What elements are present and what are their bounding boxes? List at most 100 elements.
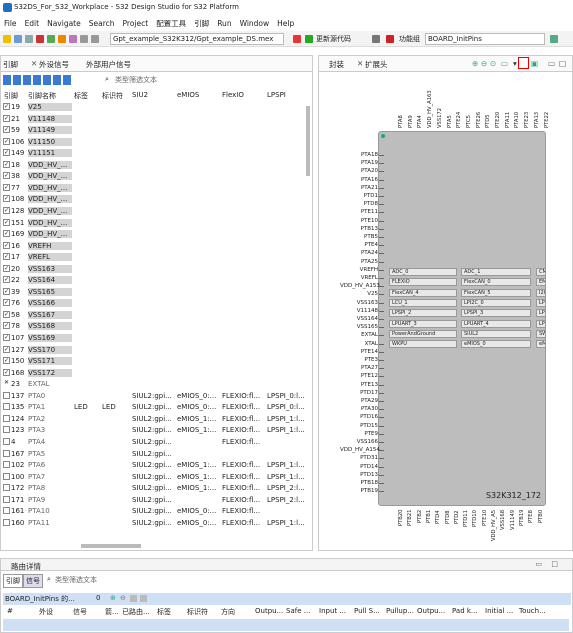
table-row[interactable]: ✓ 107 VSS169 [1, 333, 312, 345]
pin-checkbox[interactable]: ✓ [3, 345, 10, 353]
filter-icons[interactable] [3, 75, 73, 85]
pin-label[interactable]: PTE4 [340, 242, 384, 248]
menu-window[interactable]: Window [236, 16, 274, 31]
pin-checkbox[interactable]: ✓ [3, 230, 10, 238]
pin-label[interactable]: PTE9 [340, 431, 384, 437]
routing-col-header[interactable]: Outpu... [417, 607, 445, 615]
pin-checkbox[interactable]: ✓ [3, 206, 10, 214]
pin-checkbox[interactable] [3, 472, 10, 480]
pin-label[interactable]: PTA18 [340, 152, 384, 158]
zoom-in-icon[interactable]: ⊕ [472, 59, 478, 68]
pin-label[interactable]: PTB5 [340, 234, 384, 240]
routing-filter-input[interactable]: 类型筛选文本 [55, 575, 97, 585]
debug-icon[interactable] [36, 35, 44, 43]
peripheral-block[interactable]: ADC_1 [461, 268, 531, 276]
pin-label[interactable]: PTE26 [476, 80, 483, 128]
pin-label[interactable]: PTD15 [340, 423, 384, 429]
pin-checkbox[interactable]: ✓ [3, 287, 10, 295]
col-emios[interactable]: eMIOS [177, 91, 199, 99]
table-row[interactable]: 137 PTA0 SIUL2:gpi... eMIOS_0:... FLEXIO:fl.… [1, 391, 312, 403]
table-row[interactable]: ✓ 19 V25 [1, 102, 312, 114]
pin-checkbox[interactable]: ✓ [3, 195, 10, 203]
col-siul2[interactable]: SIU2 [132, 91, 148, 99]
horizontal-scrollbar[interactable] [81, 544, 141, 548]
routing-col-header[interactable]: Initial ... [485, 607, 513, 615]
table-row[interactable]: ✓ 20 VSS163 [1, 264, 312, 276]
col-flexio[interactable]: FlexIO [222, 91, 244, 99]
peripheral-block[interactable]: LPUART_4 [461, 319, 531, 328]
pin-checkbox[interactable]: ✓ [3, 299, 10, 307]
pin-label[interactable]: V11149 [510, 510, 517, 550]
peripheral-block[interactable]: eMIOS_0 [461, 340, 531, 349]
menu-run[interactable]: Run [213, 16, 235, 31]
table-row[interactable]: ✓ 169 VDD_HV_... [1, 229, 312, 241]
peripheral-block[interactable]: FlexCAN_0 [461, 278, 531, 287]
pin-checkbox[interactable]: ✓ [3, 264, 10, 272]
table-row[interactable]: ✓ 38 VDD_HV_... [1, 171, 312, 183]
pin-label[interactable]: PTE24 [456, 80, 463, 128]
pin-label[interactable]: PTB21 [407, 510, 414, 550]
tab-external-user-signals[interactable]: 外部用户信号 [86, 59, 131, 70]
pin-label[interactable]: VSS168 [500, 510, 507, 550]
pin-label[interactable]: PTA29 [340, 398, 384, 404]
peripheral-block[interactable]: LPI [536, 298, 546, 307]
pin-checkbox[interactable] [3, 484, 10, 492]
table-row[interactable]: 102 PTA6 SIUL2:gpi... eMIOS_1:... FLEXIO:fl.… [1, 460, 312, 472]
routing-col-header[interactable]: 已路由... [122, 607, 150, 617]
pin-label[interactable]: EXTAL [340, 332, 384, 338]
run-icon[interactable] [47, 35, 55, 43]
routing-col-header[interactable]: Safe ... [286, 607, 310, 615]
routing-col-header[interactable]: Pullup... [386, 607, 414, 615]
peripheral-block[interactable]: ADC_0 [389, 268, 457, 276]
pin-label[interactable]: PTD8 [445, 510, 452, 550]
pin-checkbox[interactable]: ✓ [3, 357, 10, 365]
pin-label[interactable]: VDD_HV_A154 [340, 447, 384, 453]
pin-label[interactable]: PTB13 [340, 226, 384, 232]
pin-checkbox[interactable]: ✓ [3, 276, 10, 284]
table-row[interactable]: ✓ 21 V11148 [1, 114, 312, 126]
build-icon[interactable] [25, 35, 33, 43]
pin-label[interactable]: PTA4 [417, 80, 424, 128]
col-pin-name[interactable]: 引脚名称 [28, 91, 56, 101]
tab-package[interactable]: 封装 [329, 59, 344, 70]
pin-label[interactable]: PTD17 [340, 390, 384, 396]
pin-label[interactable]: PTE12 [340, 373, 384, 379]
col-label[interactable]: 标签 [74, 91, 88, 101]
routing-col-header[interactable]: 标识符 [187, 607, 208, 617]
update-code-button[interactable]: 更新源代码 [316, 34, 351, 44]
error-icon[interactable]: ✕ [3, 380, 10, 388]
menu-project[interactable]: Project [119, 16, 153, 31]
vertical-scrollbar[interactable] [306, 106, 310, 176]
pin-label[interactable]: PTD2 [454, 510, 461, 550]
table-row[interactable]: ✓ 127 VSS170 [1, 345, 312, 357]
table-row[interactable]: 161 PTA10 SIUL2:gpi... eMIOS_0:... FLEXIO:fl… [1, 506, 312, 518]
function-group-combo[interactable]: BOARD_InitPins [425, 33, 545, 45]
peripheral-block[interactable]: FlexCAN_5 [461, 288, 531, 297]
pin-label[interactable]: VREFH [340, 267, 384, 273]
pin-label[interactable]: PTA19 [340, 160, 384, 166]
pin-label[interactable]: PTE8 [528, 510, 535, 550]
pin-label[interactable]: VSS164 [340, 316, 384, 322]
pin-checkbox[interactable] [3, 414, 10, 422]
col-identifier[interactable]: 标识符 [102, 91, 123, 101]
table-row[interactable]: ✓ 22 VSS164 [1, 275, 312, 287]
pin-label[interactable]: PTB2 [417, 510, 424, 550]
peripheral-block[interactable]: LPUART_3 [389, 319, 457, 328]
pin-checkbox[interactable]: ✓ [3, 218, 10, 226]
pin-label[interactable]: PTA5 [447, 80, 454, 128]
pin-label[interactable]: VSS166 [340, 439, 384, 445]
search-icon[interactable] [69, 35, 77, 43]
table-row[interactable]: 100 PTA7 SIUL2:gpi... eMIOS_1:... FLEXIO:fl.… [1, 472, 312, 484]
pin-checkbox[interactable] [3, 403, 10, 411]
pin-label[interactable]: XTAL [340, 341, 384, 347]
highlight-icon[interactable] [518, 57, 529, 69]
pin-label[interactable]: PTB20 [398, 510, 405, 550]
add-icon[interactable]: ⊕ [110, 594, 116, 602]
pin-label[interactable]: VSS163 [340, 300, 384, 306]
menu-config-tools[interactable]: 配置工具 [152, 15, 190, 32]
pins-filter-input[interactable]: 类型筛选文本 [115, 75, 157, 85]
pin-checkbox[interactable] [3, 449, 10, 457]
pin-label[interactable]: PTE10 [482, 510, 489, 550]
maximize-icon[interactable]: □ [559, 59, 566, 68]
pin-label[interactable]: VREFL [340, 275, 384, 281]
